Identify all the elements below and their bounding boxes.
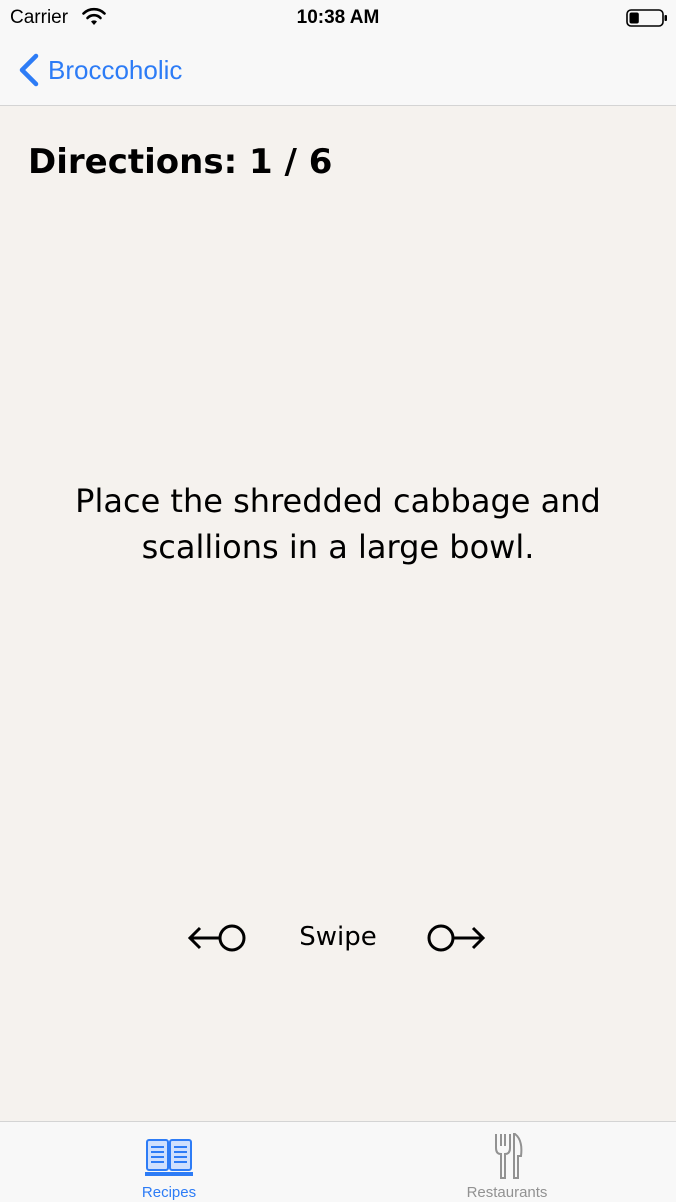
status-bar: Carrier 10:38 AM xyxy=(0,0,676,38)
book-icon xyxy=(145,1139,193,1176)
battery-icon xyxy=(626,9,667,27)
direction-step-text: Place the shredded cabbage and scallions… xyxy=(75,482,601,566)
navigation-bar: Broccoholic xyxy=(0,38,676,106)
back-button[interactable]: Broccoholic xyxy=(16,50,182,90)
directions-title: Directions: 1 / 6 xyxy=(28,142,333,182)
tab-restaurants[interactable]: Restaurants xyxy=(338,1122,676,1202)
swipe-label: Swipe xyxy=(299,922,377,952)
fork-knife-icon xyxy=(495,1133,523,1179)
swipe-right-icon xyxy=(427,924,486,952)
tab-bar: Recipes Restaurants xyxy=(0,1121,676,1202)
swipe-hint[interactable]: Swipe xyxy=(0,912,676,964)
tab-recipes[interactable]: Recipes xyxy=(0,1122,338,1202)
chevron-left-icon xyxy=(19,53,39,87)
clock: 10:38 AM xyxy=(296,7,380,28)
back-button-label: Broccoholic xyxy=(48,54,183,85)
tab-recipes-label: Recipes xyxy=(141,1184,197,1201)
tab-restaurants-label: Restaurants xyxy=(466,1184,548,1201)
